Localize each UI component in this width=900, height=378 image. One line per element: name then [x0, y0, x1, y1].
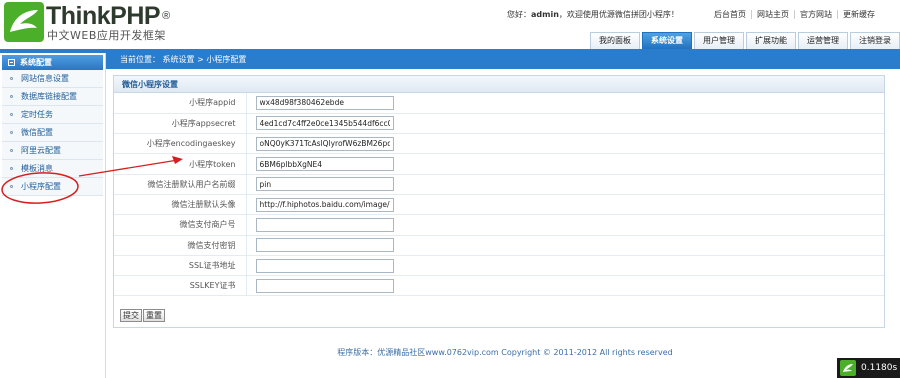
brand-slogan: 中文WEB应用开发框架: [47, 29, 166, 42]
sidebar-header[interactable]: 系统配置: [2, 55, 103, 70]
collapse-icon: [8, 59, 15, 66]
brand-title: ThinkPHP ®: [46, 2, 170, 30]
settings-form: 小程序appid 小程序appsecret 小程序encodingaeskey …: [114, 93, 884, 297]
breadcrumb: 当前位置： 系统设置 > 小程序配置: [120, 55, 247, 64]
form-row: SSLKEY证书: [114, 275, 884, 297]
sidebar-item-wechat[interactable]: 微信配置: [2, 124, 103, 142]
sidebar-item-cron[interactable]: 定时任务: [2, 106, 103, 124]
field-label: SSLKEY证书: [114, 275, 247, 297]
thinkphp-trace-icon[interactable]: [840, 360, 856, 376]
reset-button[interactable]: 重置: [143, 309, 165, 322]
appid-input[interactable]: [255, 95, 394, 110]
link-update-cache[interactable]: 更新缓存: [837, 10, 880, 19]
pay-key-input[interactable]: [255, 238, 394, 253]
bullet-icon: [10, 77, 13, 80]
bullet-icon: [10, 185, 13, 188]
bullet-icon: [10, 95, 13, 98]
link-site-home[interactable]: 网站主页: [751, 10, 794, 19]
link-admin-home[interactable]: 后台首页: [709, 10, 751, 19]
header: ThinkPHP ® 中文WEB应用开发框架 您好：admin，欢迎使用优源微信拼…: [0, 0, 900, 50]
bullet-icon: [10, 131, 13, 134]
top-links: 后台首页 网站主页 官方网站 更新缓存: [709, 9, 880, 20]
sidebar: 系统配置 网站信息设置 数据库链接配置 定时任务 微信配置 阿里云配置 模板消息…: [0, 53, 106, 378]
field-label: 微信注册默认用户名前缀: [114, 174, 247, 195]
field-label: 小程序token: [114, 153, 247, 175]
tab-logout[interactable]: 注销登录: [850, 32, 900, 49]
form-row: 小程序token: [114, 153, 884, 175]
sidebar-item-template-msg[interactable]: 模板消息: [2, 160, 103, 178]
appsecret-input[interactable]: [255, 116, 394, 131]
field-label: 微信支付密钥: [114, 235, 247, 256]
username-prefix-input[interactable]: [255, 177, 394, 192]
form-row: 小程序appsecret: [114, 113, 884, 135]
sidebar-item-miniprogram[interactable]: 小程序配置: [2, 178, 103, 196]
default-avatar-input[interactable]: [255, 197, 394, 212]
settings-panel: 微信小程序设置 小程序appid 小程序appsecret 小程序encodin…: [113, 75, 885, 328]
form-row: SSL证书地址: [114, 255, 884, 277]
main-nav-tabs: 我的面板 系统设置 用户管理 扩展功能 运营管理 注销登录: [588, 32, 900, 49]
sslkey-cert-input[interactable]: [255, 278, 394, 293]
username: admin: [531, 10, 559, 19]
panel-title: 微信小程序设置: [114, 76, 884, 93]
ssl-cert-input[interactable]: [255, 258, 394, 273]
sidebar-item-aliyun[interactable]: 阿里云配置: [2, 142, 103, 160]
tab-my-panel[interactable]: 我的面板: [590, 32, 640, 49]
tab-user-management[interactable]: 用户管理: [694, 32, 744, 49]
form-row: 微信支付密钥: [114, 235, 884, 256]
sidebar-item-database[interactable]: 数据库链接配置: [2, 88, 103, 106]
field-label: 小程序appid: [114, 93, 247, 114]
bullet-icon: [10, 149, 13, 152]
tab-system-settings[interactable]: 系统设置: [642, 32, 692, 49]
form-actions: 提交 重置: [120, 309, 166, 322]
form-row: 微信注册默认头像: [114, 194, 884, 216]
submit-button[interactable]: 提交: [120, 309, 142, 322]
sidebar-item-site-info[interactable]: 网站信息设置: [2, 70, 103, 88]
field-label: 微信注册默认头像: [114, 194, 247, 216]
bullet-icon: [10, 167, 13, 170]
form-row: 小程序encodingaeskey: [114, 133, 884, 155]
link-official-site[interactable]: 官方网站: [794, 10, 837, 19]
tab-extensions[interactable]: 扩展功能: [746, 32, 796, 49]
form-row: 小程序appid: [114, 93, 884, 114]
encodingaeskey-input[interactable]: [255, 136, 394, 151]
tab-operations[interactable]: 运营管理: [798, 32, 848, 49]
form-row: 微信注册默认用户名前缀: [114, 174, 884, 195]
merchant-id-input[interactable]: [255, 217, 394, 232]
field-label: 小程序appsecret: [114, 113, 247, 135]
field-label: 小程序encodingaeskey: [114, 133, 247, 155]
thinkphp-logo-icon: [4, 2, 44, 42]
token-input[interactable]: [255, 157, 394, 172]
form-row: 微信支付商户号: [114, 214, 884, 236]
footer-copyright: 程序版本：优源精品社区www.0762vip.com Copyright © 2…: [337, 348, 673, 357]
field-label: SSL证书地址: [114, 255, 247, 277]
field-label: 微信支付商户号: [114, 214, 247, 236]
welcome-text: 您好：admin，欢迎使用优源微信拼团小程序！: [507, 10, 679, 19]
bullet-icon: [10, 113, 13, 116]
